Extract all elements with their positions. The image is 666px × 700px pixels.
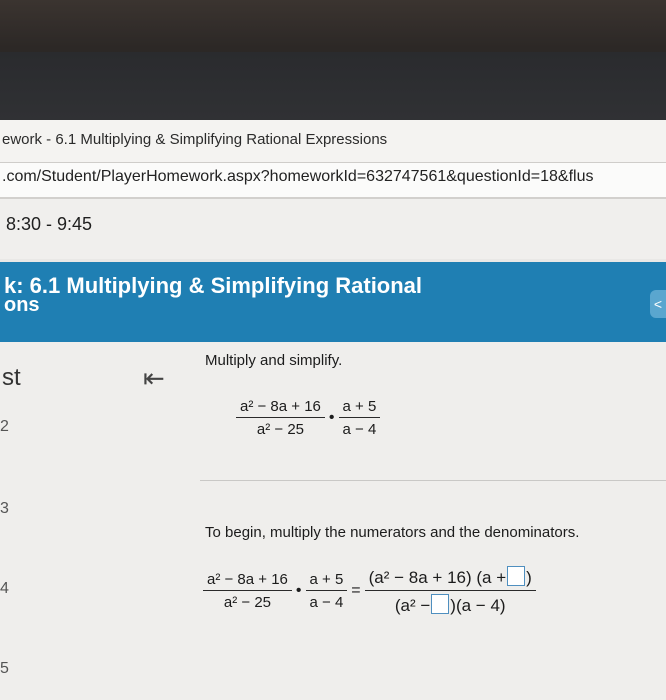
fraction-1-numerator: a² − 8a + 16 (236, 398, 325, 418)
fraction-2: a + 5 a − 4 (338, 398, 381, 438)
step-fraction-1-denominator: a² − 25 (223, 594, 272, 611)
result-denominator-close: )(a − 4) (450, 596, 506, 615)
question-instruction: Multiply and simplify. (205, 352, 343, 369)
step-fraction-1-numerator: a² − 8a + 16 (203, 571, 292, 591)
step-fraction-2: a + 5 a − 4 (305, 571, 348, 611)
question-number-5[interactable]: 5 (0, 660, 9, 678)
result-fraction: (a² − 8a + 16) (a +) (a² − )(a − 4) (364, 566, 536, 616)
screen-bezel (0, 0, 666, 120)
bezel-band (0, 52, 666, 120)
homework-title: k: 6.1 Multiplying & Simplifying Rationa… (4, 273, 423, 298)
result-numerator: (a² − 8a + 16) (a +) (364, 566, 536, 591)
section-divider (200, 480, 666, 481)
step-multiply-dot: • (295, 582, 302, 599)
problem-expression: a² − 8a + 16 a² − 25 • a + 5 a − 4 (236, 398, 381, 438)
answer-box-numerator[interactable] (507, 566, 526, 586)
panel-toggle-button[interactable]: < (650, 290, 666, 318)
step-expression: a² − 8a + 16 a² − 25 • a + 5 a − 4 = (a²… (203, 566, 536, 616)
answer-box-denominator[interactable] (431, 594, 450, 614)
address-bar-url[interactable]: .com/Student/PlayerHomework.aspx?homewor… (2, 168, 593, 186)
question-number-4[interactable]: 4 (0, 580, 9, 598)
class-time: 8:30 - 9:45 (6, 214, 93, 234)
step-fraction-1: a² − 8a + 16 a² − 25 (203, 571, 292, 611)
step-fraction-2-denominator: a − 4 (309, 594, 344, 611)
schedule-area (0, 199, 666, 259)
fraction-2-numerator: a + 5 (338, 398, 381, 418)
result-numerator-text: (a² − 8a + 16) (a + (368, 568, 507, 587)
fraction-1: a² − 8a + 16 a² − 25 (236, 398, 325, 438)
fraction-2-denominator: a − 4 (342, 421, 377, 438)
fraction-1-denominator: a² − 25 (256, 421, 305, 438)
step-fraction-2-numerator: a + 5 (305, 571, 348, 591)
result-numerator-close: ) (526, 568, 532, 587)
question-number-3[interactable]: 3 (0, 500, 9, 518)
equals-sign: = (351, 582, 361, 599)
result-denominator-text: (a² − (394, 596, 431, 615)
multiply-dot: • (328, 409, 335, 426)
question-number-2[interactable]: 2 (0, 418, 9, 436)
browser-tab-title[interactable]: ework - 6.1 Multiplying & Simplifying Ra… (2, 131, 387, 148)
homework-title-continued: ons (4, 294, 40, 316)
result-denominator: (a² − )(a − 4) (365, 591, 536, 616)
question-list-label: st (2, 364, 21, 391)
step-instruction: To begin, multiply the numerators and th… (205, 524, 580, 541)
question-area (0, 342, 666, 700)
collapse-sidebar-icon[interactable]: ⇤ (143, 365, 165, 391)
